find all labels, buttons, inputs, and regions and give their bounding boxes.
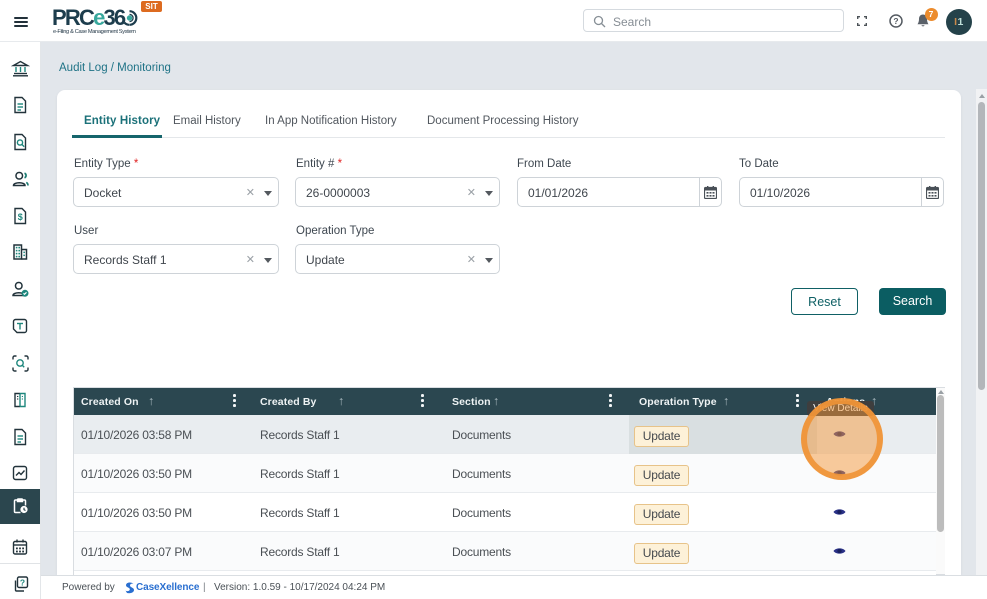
svg-text:$: $ <box>18 212 23 222</box>
svg-text:?: ? <box>893 16 898 26</box>
svg-text:?: ? <box>19 577 24 587</box>
